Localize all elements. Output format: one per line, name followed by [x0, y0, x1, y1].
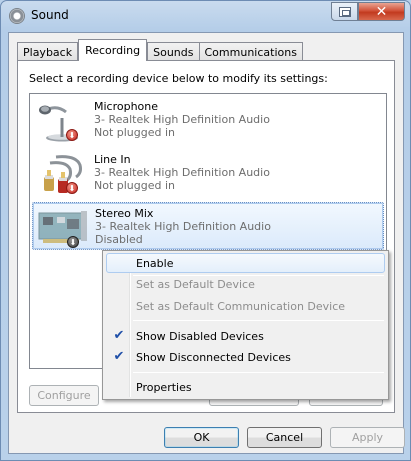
speaker-icon	[9, 8, 25, 24]
checkmark-icon: ✔	[113, 328, 125, 343]
menu-separator	[133, 372, 384, 373]
ok-button[interactable]: OK	[164, 427, 239, 448]
device-item-microphone[interactable]: ⬇ Microphone 3- Realtek High Definition …	[32, 96, 384, 144]
device-name: Microphone	[94, 100, 159, 113]
help-icon	[338, 6, 351, 17]
tab-communications[interactable]: Communications	[198, 42, 303, 61]
device-status: Disabled	[95, 233, 143, 246]
menu-item-enable[interactable]: Enable	[106, 253, 385, 273]
device-driver: 3- Realtek High Definition Audio	[94, 166, 270, 179]
device-status: Not plugged in	[94, 126, 176, 139]
device-name: Stereo Mix	[95, 207, 154, 220]
cancel-button[interactable]: Cancel	[247, 427, 322, 448]
apply-button[interactable]: Apply	[330, 427, 405, 448]
menu-item-show-disabled-devices[interactable]: ✔ Show Disabled Devices	[106, 326, 385, 346]
menu-item-label: Set as Default Device	[136, 277, 255, 291]
line-in-cable-icon	[44, 155, 82, 193]
tab-strip: Playback Recording Sounds Communications	[17, 39, 303, 61]
checkmark-icon: ✔	[113, 349, 125, 364]
tab-recording[interactable]: Recording	[78, 39, 148, 61]
context-menu: Enable Set as Default Device Set as Defa…	[102, 250, 389, 400]
device-item-stereo-mix[interactable]: ⬇ Stereo Mix 3- Realtek High Definition …	[32, 202, 384, 250]
menu-item-set-default-device[interactable]: Set as Default Device	[106, 274, 385, 294]
menu-item-properties[interactable]: Properties	[106, 377, 385, 397]
menu-item-label: Show Disabled Devices	[136, 329, 264, 343]
instruction-text: Select a recording device below to modif…	[29, 72, 328, 85]
help-button[interactable]	[331, 2, 358, 21]
down-arrow-icon: ⬇	[66, 129, 78, 141]
device-driver: 3- Realtek High Definition Audio	[94, 113, 270, 126]
microphone-icon	[39, 105, 78, 142]
tab-sounds[interactable]: Sounds	[147, 42, 200, 61]
menu-item-label: Set as Default Communication Device	[136, 299, 346, 313]
menu-item-set-default-communication-device[interactable]: Set as Default Communication Device	[106, 296, 385, 316]
down-arrow-icon: ⬇	[66, 182, 78, 194]
menu-item-label: Properties	[136, 380, 192, 394]
device-name: Line In	[94, 153, 131, 166]
device-status: Not plugged in	[94, 179, 176, 192]
tab-playback[interactable]: Playback	[17, 42, 79, 61]
title-bar[interactable]: Sound ✕	[1, 1, 410, 31]
close-icon: ✕	[375, 3, 388, 20]
down-arrow-icon: ⬇	[67, 236, 79, 248]
menu-item-label: Show Disconnected Devices	[136, 350, 291, 364]
device-driver: 3- Realtek High Definition Audio	[95, 220, 271, 233]
sound-card-icon	[38, 211, 87, 243]
menu-item-label: Enable	[136, 256, 174, 270]
menu-item-show-disconnected-devices[interactable]: ✔ Show Disconnected Devices	[106, 347, 385, 367]
window-title: Sound	[31, 8, 69, 22]
device-item-line-in[interactable]: ⬇ Line In 3- Realtek High Definition Aud…	[32, 149, 384, 197]
configure-button[interactable]: Configure	[29, 385, 99, 406]
close-button[interactable]: ✕	[358, 2, 405, 21]
menu-separator	[133, 320, 384, 321]
